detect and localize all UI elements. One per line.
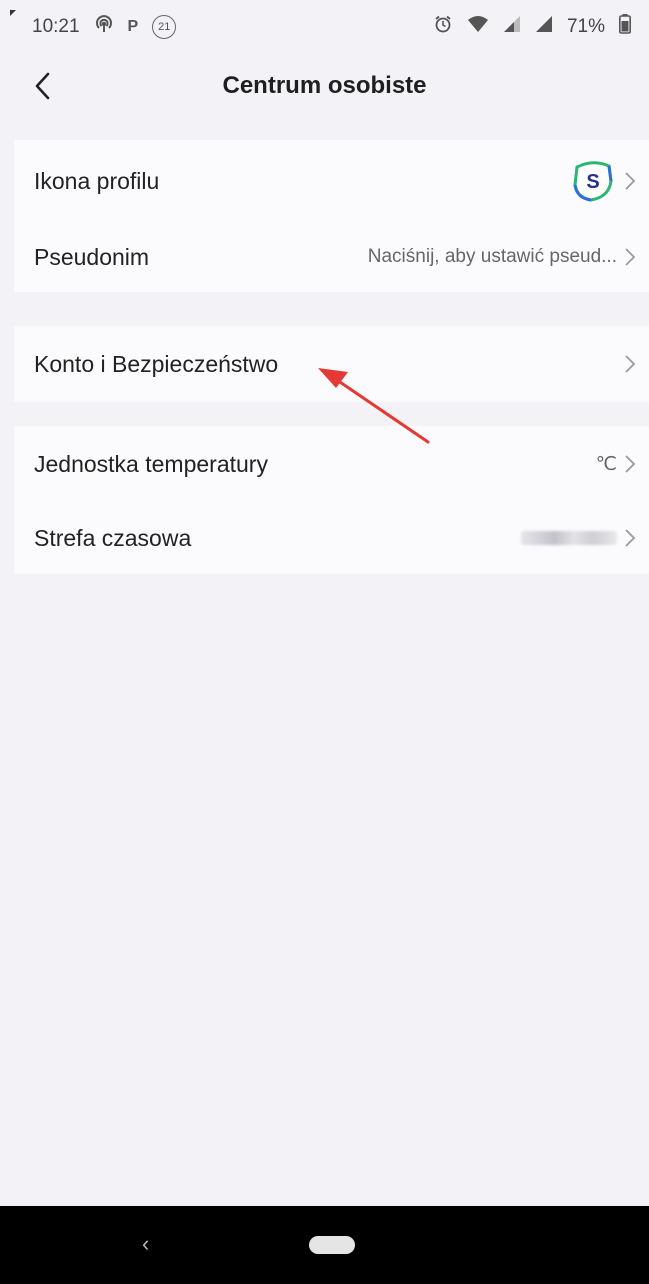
- wifi-tethering-icon: [94, 14, 114, 40]
- timezone-right: [521, 527, 637, 549]
- battery-text: 71%: [566, 16, 605, 37]
- nickname-right: Naciśnij, aby ustawić pseud...: [368, 246, 637, 268]
- status-left: 10:21 P 21: [32, 14, 177, 40]
- svg-text:S: S: [586, 171, 599, 193]
- timezone-value-blurred: [521, 531, 617, 545]
- profile-icon-row[interactable]: Ikona profilu S: [14, 140, 649, 222]
- signal-icon: [503, 15, 521, 39]
- profile-group: Ikona profilu S Pseudonim Naciśnij, aby …: [14, 140, 649, 292]
- account-security-right: [623, 353, 637, 375]
- temperature-unit-label: Jednostka temperatury: [34, 450, 268, 477]
- account-group: Konto i Bezpieczeństwo: [14, 326, 649, 402]
- chevron-right-icon: [625, 529, 636, 547]
- avatar[interactable]: S: [569, 157, 617, 205]
- temperature-unit-right: ℃: [596, 453, 637, 476]
- chevron-right-icon: [625, 355, 636, 373]
- nickname-value: Naciśnij, aby ustawić pseud...: [367, 246, 617, 267]
- alarm-icon: [433, 14, 453, 40]
- signal-icon: [535, 15, 553, 39]
- status-time: 10:21: [32, 16, 80, 37]
- temperature-unit-value: ℃: [595, 453, 617, 475]
- account-security-label: Konto i Bezpieczeństwo: [34, 350, 279, 377]
- chevron-right-icon: [625, 172, 636, 190]
- profile-icon-label: Ikona profilu: [34, 167, 160, 194]
- system-nav-bar: ‹: [0, 1206, 649, 1284]
- timezone-row[interactable]: Strefa czasowa: [14, 502, 649, 574]
- profile-icon-right: S: [569, 157, 637, 205]
- nickname-label: Pseudonim: [34, 243, 150, 270]
- timezone-label: Strefa czasowa: [34, 524, 192, 551]
- wifi-icon: [467, 15, 489, 39]
- notification-21-icon: 21: [152, 15, 177, 39]
- home-pill-icon[interactable]: [309, 1236, 355, 1254]
- temperature-unit-row[interactable]: Jednostka temperatury ℃: [14, 426, 649, 502]
- chevron-left-icon: [35, 72, 50, 100]
- chevron-right-icon: [625, 455, 636, 473]
- back-icon[interactable]: ‹: [142, 1231, 149, 1257]
- settings-group: Jednostka temperatury ℃ Strefa czasowa: [14, 426, 649, 574]
- status-bar: 10:21 P 21 71%: [0, 0, 649, 54]
- p-icon: P: [127, 18, 139, 35]
- status-right: 71%: [433, 14, 631, 40]
- back-button[interactable]: [24, 68, 60, 104]
- page-title: Centrum osobiste: [222, 72, 427, 99]
- nickname-row[interactable]: Pseudonim Naciśnij, aby ustawić pseud...: [14, 222, 649, 292]
- battery-icon: [619, 14, 631, 40]
- notification-badge-text: 21: [158, 21, 171, 33]
- account-security-row[interactable]: Konto i Bezpieczeństwo: [14, 326, 649, 402]
- chevron-right-icon: [625, 248, 636, 266]
- app-header: Centrum osobiste: [0, 54, 649, 118]
